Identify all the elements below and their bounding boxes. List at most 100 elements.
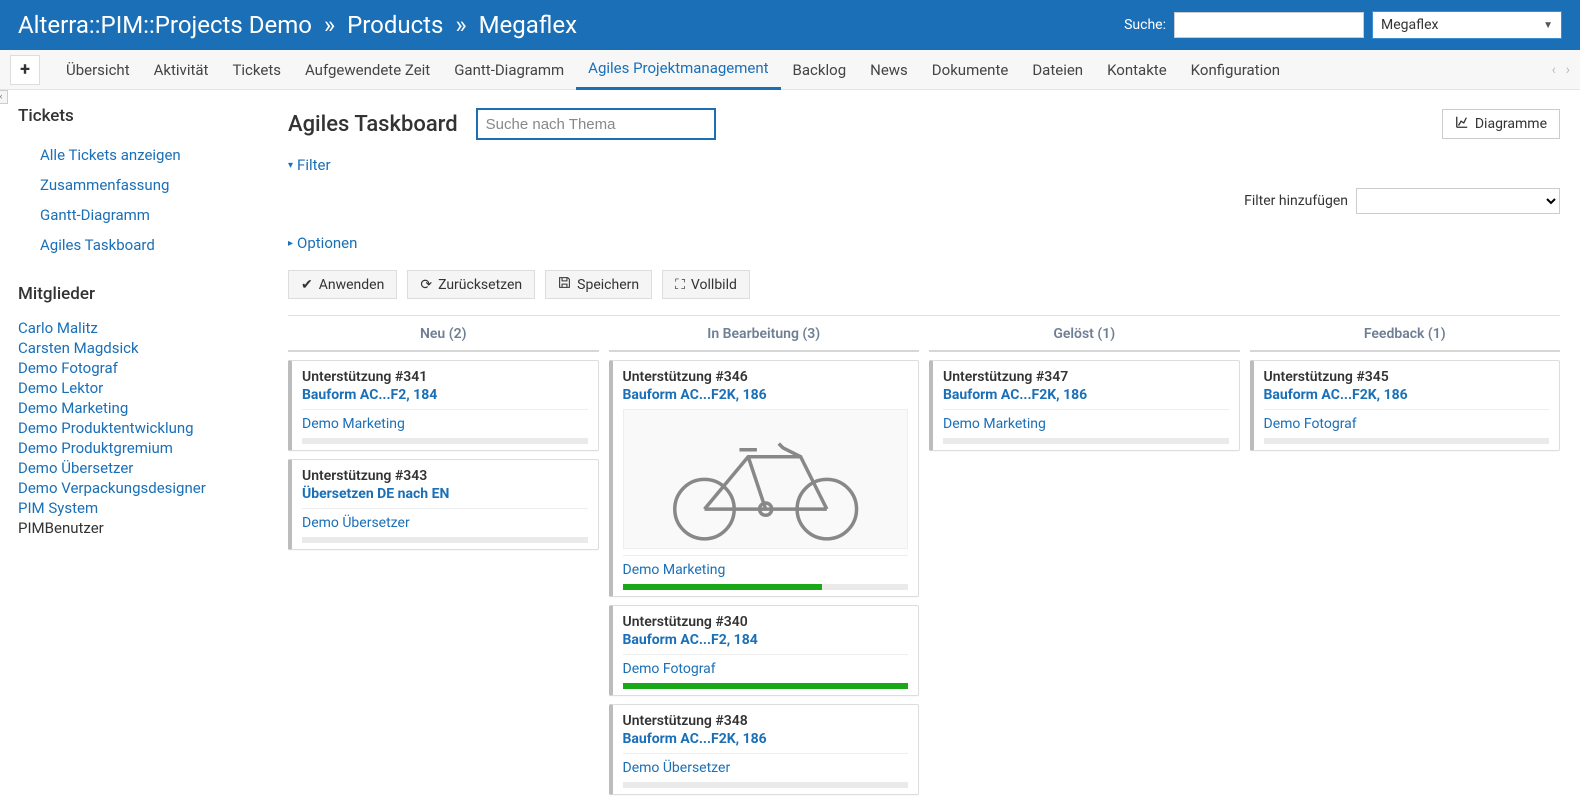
chart-icon (1455, 115, 1469, 133)
search-label: Suche: (1124, 17, 1166, 33)
tab-aktivit-t[interactable]: Aktivität (142, 50, 221, 90)
sidebar-link[interactable]: Agiles Taskboard (40, 236, 155, 254)
card-subject[interactable]: Bauform AC...F2, 184 (302, 387, 588, 403)
project-selector[interactable]: Megaflex ▼ (1372, 11, 1562, 39)
task-card[interactable]: Unterstützung #345Bauform AC...F2K, 186D… (1250, 360, 1561, 451)
tab-scroll-left[interactable]: ‹ (1552, 62, 1556, 78)
task-card[interactable]: Unterstützung #347 Bauform AC...F2K, 186 D… (929, 360, 1240, 451)
task-card[interactable]: Unterstützung #348Bauform AC...F2K, 186D… (609, 704, 920, 795)
member-link[interactable]: Carsten Magdsick (18, 339, 139, 357)
fullscreen-button[interactable]: ⛶ Vollbild (662, 270, 750, 299)
diagrams-button[interactable]: Diagramme (1442, 109, 1560, 139)
card-type: Unterstützung #340 (623, 614, 909, 630)
member-label: PIMBenutzer (18, 519, 104, 537)
member-link[interactable]: Demo Marketing (18, 399, 128, 417)
sidebar-link[interactable]: Alle Tickets anzeigen (40, 146, 181, 164)
tab-bar: + ÜbersichtAktivitätTicketsAufgewendete … (0, 50, 1580, 90)
board-column: Gelöst (1) Unterstützung #347 Bauform AC..… (929, 316, 1240, 803)
card-assignee[interactable]: Demo Marketing (943, 416, 1229, 432)
member-link[interactable]: Carlo Malitz (18, 319, 98, 337)
tab-aufgewendete-zeit[interactable]: Aufgewendete Zeit (293, 50, 442, 90)
card-type: Unterstützung #343 (302, 468, 588, 484)
card-assignee[interactable]: Demo Fotograf (1264, 416, 1550, 432)
sidebar-collapse-button[interactable]: ‹ (0, 90, 8, 104)
breadcrumb-current[interactable]: Megaflex (479, 11, 577, 39)
tab-konfiguration[interactable]: Konfiguration (1179, 50, 1292, 90)
tab-scroll-right[interactable]: › (1566, 62, 1570, 78)
reset-button[interactable]: ⟳ Zurücksetzen (407, 270, 535, 299)
card-progress (302, 537, 588, 543)
task-card[interactable]: Unterstützung #340 Bauform AC...F2, 184 De… (609, 605, 920, 696)
tab-news[interactable]: News (858, 50, 920, 90)
filter-toggle[interactable]: ▾ Filter (288, 156, 1560, 174)
card-subject[interactable]: Bauform AC...F2K, 186 (1264, 387, 1550, 403)
chevron-down-icon: ▾ (288, 160, 293, 171)
apply-button[interactable]: ✔ Anwenden (288, 270, 397, 299)
save-button[interactable]: Speichern (545, 270, 652, 299)
tab-agiles-projektmanagement[interactable]: Agiles Projektmanagement (576, 50, 780, 90)
page-title: Agiles Taskboard (288, 112, 458, 137)
tab--bersicht[interactable]: Übersicht (54, 50, 142, 90)
card-subject[interactable]: Bauform AC...F2K, 186 (943, 387, 1229, 403)
column-header: Gelöst (1) (929, 316, 1240, 352)
card-assignee[interactable]: Demo Übersetzer (302, 515, 588, 531)
card-assignee[interactable]: Demo Fotograf (623, 661, 909, 677)
task-card[interactable]: Unterstützung #346Bauform AC...F2K, 186D… (609, 360, 920, 597)
task-card[interactable]: Unterstützung #341 Bauform AC...F2, 184 De… (288, 360, 599, 451)
card-progress (1264, 438, 1550, 444)
sidebar-link[interactable]: Zusammenfassung (40, 176, 169, 194)
topic-search-input[interactable] (476, 108, 716, 140)
card-thumbnail (623, 409, 909, 549)
card-subject[interactable]: Bauform AC...F2K, 186 (623, 387, 909, 403)
member-link[interactable]: PIM System (18, 499, 98, 517)
breadcrumb-root[interactable]: Alterra::PIM::Projects Demo (18, 11, 312, 39)
member-link[interactable]: Demo Lektor (18, 379, 103, 397)
breadcrumb-products[interactable]: Products (347, 11, 443, 39)
tab-dateien[interactable]: Dateien (1020, 50, 1095, 90)
sidebar-tickets-heading: Tickets (18, 106, 250, 126)
card-type: Unterstützung #341 (302, 369, 588, 385)
top-bar: Alterra::PIM::Projects Demo » Products »… (0, 0, 1580, 50)
member-link[interactable]: Demo Fotograf (18, 359, 118, 377)
project-selected-label: Megaflex (1381, 17, 1438, 33)
card-type: Unterstützung #347 (943, 369, 1229, 385)
member-link[interactable]: Demo Verpackungsdesigner (18, 479, 206, 497)
member-link[interactable]: Demo Produktgremium (18, 439, 173, 457)
column-header: In Bearbeitung (3) (609, 316, 920, 352)
refresh-icon: ⟳ (420, 277, 432, 293)
card-progress (623, 683, 909, 689)
options-label: Optionen (297, 234, 357, 252)
card-progress (623, 584, 909, 590)
options-toggle[interactable]: ▸ Optionen (288, 234, 1560, 252)
filter-label: Filter (297, 156, 331, 174)
sidebar-link[interactable]: Gantt-Diagramm (40, 206, 150, 224)
column-header: Neu (2) (288, 316, 599, 352)
search-input[interactable] (1174, 12, 1364, 38)
member-link[interactable]: Demo Übersetzer (18, 459, 133, 477)
sidebar: ‹ Tickets Alle Tickets anzeigen Zusammenf… (0, 90, 268, 803)
card-progress (623, 782, 909, 788)
board-column: Neu (2) Unterstützung #341 Bauform AC...F2… (288, 316, 599, 803)
breadcrumb: Alterra::PIM::Projects Demo » Products »… (18, 11, 1124, 39)
card-type: Unterstützung #348 (623, 713, 909, 729)
add-filter-label: Filter hinzufügen (1244, 193, 1348, 209)
tab-dokumente[interactable]: Dokumente (920, 50, 1021, 90)
task-card[interactable]: Unterstützung #343 Übersetzen DE nach EN D… (288, 459, 599, 550)
tab-backlog[interactable]: Backlog (781, 50, 859, 90)
card-assignee[interactable]: Demo Marketing (302, 416, 588, 432)
tab-kontakte[interactable]: Kontakte (1095, 50, 1179, 90)
chevron-down-icon: ▼ (1543, 20, 1553, 31)
new-item-button[interactable]: + (10, 55, 40, 85)
check-icon: ✔ (301, 277, 313, 293)
card-subject[interactable]: Übersetzen DE nach EN (302, 486, 588, 502)
tab-tickets[interactable]: Tickets (220, 50, 293, 90)
main-content: Agiles Taskboard Diagramme ▾ Filter Filt… (268, 90, 1580, 803)
card-subject[interactable]: Bauform AC...F2K, 186 (623, 731, 909, 747)
expand-icon: ⛶ (675, 277, 685, 293)
add-filter-select[interactable] (1356, 188, 1560, 214)
card-progress (302, 438, 588, 444)
card-assignee[interactable]: Demo Marketing (623, 562, 909, 578)
member-link[interactable]: Demo Produktentwicklung (18, 419, 194, 437)
card-subject[interactable]: Bauform AC...F2, 184 (623, 632, 909, 648)
tab-gantt-diagramm[interactable]: Gantt-Diagramm (442, 50, 576, 90)
